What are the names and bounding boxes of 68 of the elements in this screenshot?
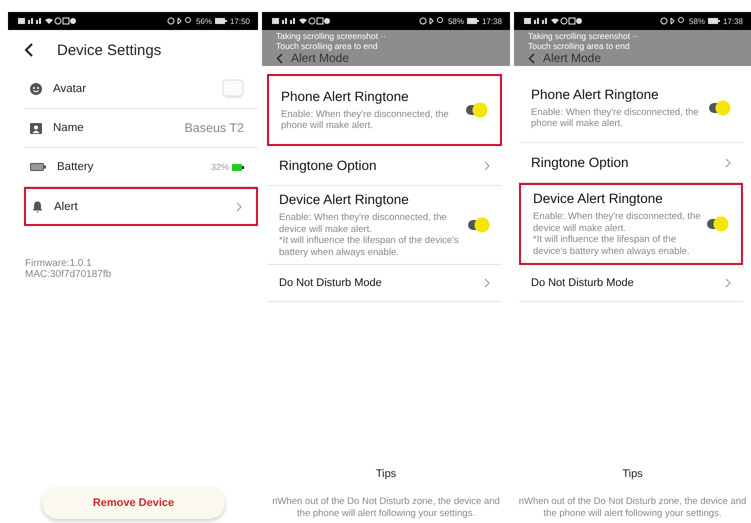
status-icons-drawing bbox=[272, 17, 330, 25]
row-label: Alert bbox=[54, 200, 78, 212]
id-card-icon bbox=[30, 122, 42, 134]
option-label: Phone Alert Ringtone bbox=[281, 88, 410, 104]
option-description: Enable: When they're disconnected, the phone will make alert. bbox=[531, 106, 700, 130]
overlay-text: Touch scrolling area to end bbox=[276, 41, 378, 51]
option-label: Ringtone Option bbox=[279, 158, 378, 173]
option-label: Device Alert Ringtone bbox=[533, 191, 664, 206]
mac-address-text: MAC:30f7d70187fb bbox=[25, 269, 112, 280]
option-label: Do Not Disturb Mode bbox=[279, 277, 383, 289]
bell-icon bbox=[32, 200, 43, 212]
option-description: *It will influence the lifespan of the device's battery when always enable. bbox=[279, 235, 460, 258]
row-label: Name bbox=[53, 122, 84, 134]
screen-title: Alert Mode bbox=[543, 51, 602, 65]
battery-percent: 58% bbox=[688, 16, 705, 26]
highlight-frame[interactable]: Alert bbox=[24, 187, 258, 226]
clock-time: 17:50 bbox=[230, 16, 250, 26]
tips-text: nWhen out of the Do Not Disturb zone, the device and the phone will alert following your settings. bbox=[518, 496, 747, 520]
tips-text: nWhen out of the Do Not Disturb zone, the device and the phone will alert following your settings. bbox=[271, 496, 501, 520]
option-description: Enable: When they're disconnected, the device will make alert. bbox=[279, 212, 448, 235]
chevron-right-icon bbox=[484, 278, 490, 288]
toggle-switch[interactable] bbox=[707, 100, 731, 116]
option-label: Ringtone Option bbox=[531, 155, 630, 170]
remove-device-button[interactable]: Remove Device bbox=[42, 487, 225, 519]
row-label: Battery bbox=[57, 161, 94, 173]
highlight-frame[interactable]: Device Alert Ringtone Enable: When they're disconnected, the device will make alert. *It will influence the lifespan of the device's battery when always enable. bbox=[519, 183, 743, 265]
battery-icon bbox=[708, 18, 720, 24]
option-label: Phone Alert Ringtone bbox=[531, 86, 660, 102]
option-description: Enable: When they're disconnected, the phone will make alert. bbox=[281, 108, 450, 132]
tips-title: Tips bbox=[621, 468, 644, 480]
status-icons-drawing bbox=[18, 17, 76, 25]
battery-icon bbox=[214, 18, 227, 24]
toggle-switch[interactable] bbox=[466, 217, 490, 233]
option-description: Enable: When they're disconnected, the device will make alert. bbox=[533, 211, 701, 234]
battery-percent: 58% bbox=[448, 16, 464, 26]
screen-title: Alert Mode bbox=[291, 51, 350, 65]
highlight-frame[interactable]: Phone Alert Ringtone Enable: When they're disconnected, the phone will make alert. bbox=[267, 74, 502, 146]
firmware-text: Firmware:1.0.1 bbox=[25, 258, 93, 269]
option-label: Do Not Disturb Mode bbox=[531, 277, 635, 289]
battery-icon bbox=[466, 18, 479, 24]
device-name-value: Baseus T2 bbox=[184, 121, 244, 135]
option-label: Device Alert Ringtone bbox=[279, 192, 410, 207]
chevron-right-icon bbox=[725, 278, 731, 288]
back-icon[interactable] bbox=[24, 43, 33, 57]
tips-title: Tips bbox=[374, 468, 398, 480]
clock-time: 17:38 bbox=[722, 16, 743, 26]
overlay-text: Touch scrolling area to end bbox=[528, 41, 630, 51]
device-thumbnail-icon bbox=[222, 79, 244, 99]
battery-icon bbox=[30, 163, 46, 171]
screen-title: Device Settings bbox=[57, 42, 162, 58]
status-icons-drawing bbox=[418, 17, 445, 25]
battery-level-value: 32% bbox=[210, 162, 229, 172]
chevron-right-icon bbox=[484, 160, 490, 170]
status-icons-drawing bbox=[660, 17, 686, 25]
chevron-right-icon bbox=[725, 158, 731, 168]
toggle-switch[interactable] bbox=[705, 216, 729, 232]
option-description: *It will influence the lifespan of the device's battery when always enable. bbox=[533, 234, 691, 257]
toggle-switch[interactable] bbox=[464, 102, 488, 118]
row-label: Avatar bbox=[53, 83, 86, 95]
clock-time: 17:38 bbox=[482, 16, 502, 26]
overlay-text: Taking scrolling screenshot ·· bbox=[276, 31, 386, 41]
overlay-text: Taking scrolling screenshot ·· bbox=[528, 31, 638, 41]
status-icons-drawing bbox=[166, 17, 193, 25]
status-icons-drawing bbox=[524, 17, 582, 25]
battery-icon bbox=[232, 164, 244, 170]
smiley-icon bbox=[30, 83, 42, 95]
chevron-right-icon bbox=[236, 202, 242, 212]
battery-percent: 56% bbox=[196, 16, 212, 26]
